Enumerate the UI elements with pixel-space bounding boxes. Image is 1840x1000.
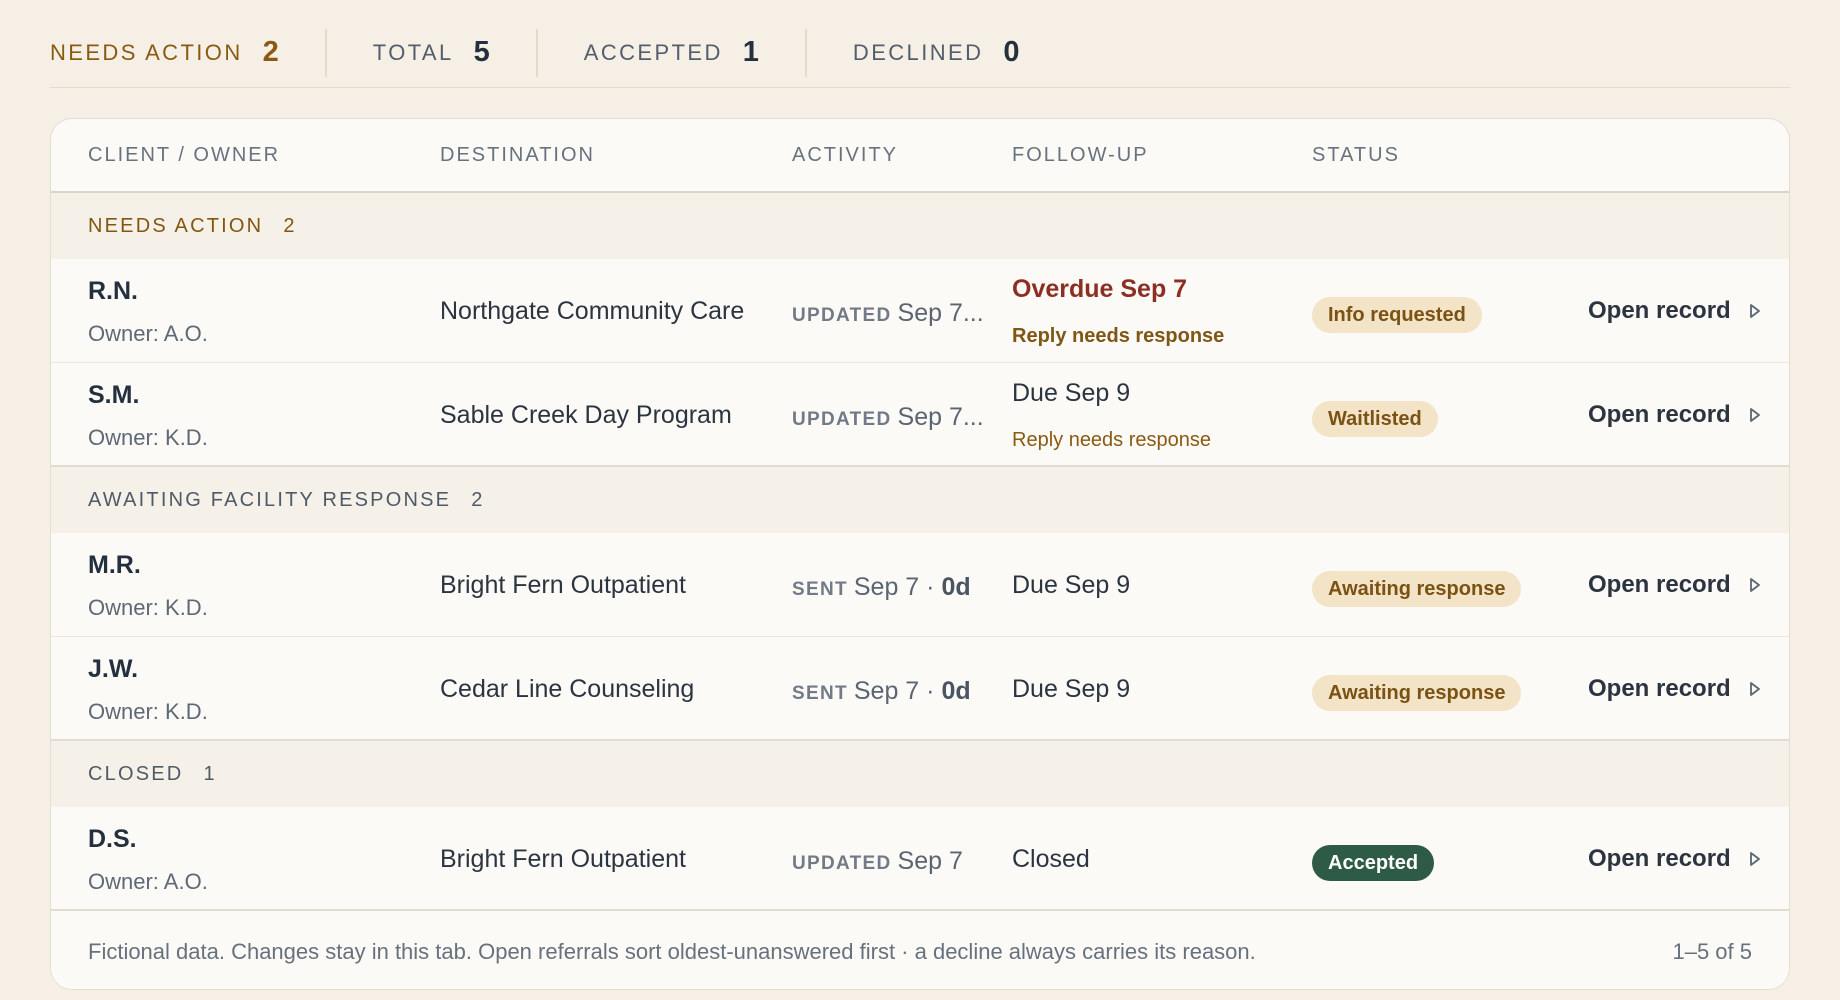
- open-record-link[interactable]: Open record: [1588, 845, 1761, 873]
- activity-date: Sep 7...: [897, 403, 984, 431]
- stat-label: DECLINED: [852, 39, 984, 65]
- activity-tag: SENT: [792, 579, 848, 600]
- stat-total[interactable]: TOTAL 5: [324, 28, 536, 77]
- activity-tag: SENT: [792, 683, 848, 704]
- stat-declined[interactable]: DECLINED 0: [804, 28, 1066, 77]
- activity-cell: UPDATED Sep 7: [792, 847, 963, 876]
- group-label: AWAITING FACILITY RESPONSE: [88, 488, 452, 511]
- activity-cell: SENT Sep 7 · 0d: [792, 573, 971, 602]
- owner-label: Owner: A.O.: [88, 869, 208, 894]
- activity-date: Sep 7 ·: [853, 573, 942, 601]
- follow-up-due: Due Sep 9: [1012, 675, 1131, 703]
- stat-label: ACCEPTED: [583, 39, 723, 65]
- owner-label: Owner: K.D.: [88, 595, 208, 620]
- follow-up-due: Due Sep 9: [1012, 379, 1131, 407]
- follow-up-due: Due Sep 9: [1012, 571, 1131, 599]
- referrals-table-card: CLIENT / OWNER DESTINATION ACTIVITY FOLL…: [50, 118, 1790, 990]
- column-header-follow-up[interactable]: FOLLOW-UP: [1012, 144, 1149, 167]
- follow-up-note: Reply needs response: [1012, 325, 1225, 347]
- table-row[interactable]: J.W. Owner: K.D. Cedar Line Counseling S…: [51, 637, 1789, 741]
- table-row[interactable]: M.R. Owner: K.D. Bright Fern Outpatient …: [51, 533, 1789, 637]
- open-record-label: Open record: [1588, 297, 1731, 324]
- stat-needs-action[interactable]: NEEDS ACTION 2: [50, 29, 325, 77]
- client-initials: D.S.: [88, 825, 137, 853]
- group-count: 1: [203, 762, 215, 785]
- open-record-link[interactable]: Open record: [1588, 297, 1761, 325]
- pagination-range: 1–5 of 5: [1672, 939, 1752, 964]
- activity-days: 0d: [941, 573, 971, 601]
- destination-name: Sable Creek Day Program: [440, 401, 732, 429]
- table-footer: Fictional data. Changes stay in this tab…: [51, 915, 1789, 989]
- stat-value: 1: [742, 36, 759, 68]
- chevron-right-icon: [1749, 304, 1760, 318]
- activity-days: 0d: [941, 677, 971, 705]
- stat-value: 0: [1003, 36, 1020, 68]
- group-header-awaiting-response: AWAITING FACILITY RESPONSE 2: [51, 467, 1789, 533]
- open-record-label: Open record: [1588, 571, 1731, 598]
- group-header-needs-action: NEEDS ACTION 2: [51, 193, 1789, 259]
- client-initials: M.R.: [88, 551, 141, 579]
- table-row[interactable]: D.S. Owner: A.O. Bright Fern Outpatient …: [51, 807, 1789, 911]
- open-record-label: Open record: [1588, 401, 1731, 428]
- client-initials: R.N.: [88, 277, 138, 305]
- client-initials: S.M.: [88, 381, 140, 409]
- destination-name: Cedar Line Counseling: [440, 675, 695, 703]
- chevron-right-icon: [1749, 852, 1760, 866]
- stat-label: NEEDS ACTION: [50, 39, 243, 65]
- activity-tag: UPDATED: [792, 409, 892, 430]
- footer-note: Fictional data. Changes stay in this tab…: [88, 939, 1256, 964]
- destination-name: Bright Fern Outpatient: [440, 845, 686, 873]
- column-header-destination[interactable]: DESTINATION: [440, 144, 595, 167]
- activity-date: Sep 7 ·: [853, 677, 942, 705]
- stat-label: TOTAL: [372, 39, 454, 65]
- activity-date: Sep 7: [897, 847, 963, 875]
- chevron-right-icon: [1749, 408, 1760, 422]
- follow-up-note: Reply needs response: [1012, 429, 1212, 451]
- open-record-label: Open record: [1588, 675, 1731, 702]
- group-count: 2: [283, 214, 295, 237]
- group-label: CLOSED: [88, 762, 184, 785]
- stat-value: 5: [473, 36, 490, 68]
- follow-up-overdue: Overdue Sep 7: [1012, 275, 1188, 303]
- activity-date: Sep 7...: [897, 299, 984, 327]
- table-row[interactable]: R.N. Owner: A.O. Northgate Community Car…: [51, 259, 1789, 363]
- chevron-right-icon: [1749, 578, 1760, 592]
- group-label: NEEDS ACTION: [88, 214, 264, 237]
- table-row[interactable]: S.M. Owner: K.D. Sable Creek Day Program…: [51, 363, 1789, 467]
- status-badge: Accepted: [1312, 845, 1435, 881]
- activity-tag: UPDATED: [792, 305, 892, 326]
- activity-cell: UPDATED Sep 7...: [792, 403, 984, 432]
- activity-cell: SENT Sep 7 · 0d: [792, 677, 971, 706]
- status-badge: Awaiting response: [1312, 571, 1522, 607]
- owner-label: Owner: K.D.: [88, 425, 208, 450]
- column-header-activity[interactable]: ACTIVITY: [792, 144, 898, 167]
- status-badge: Waitlisted: [1312, 401, 1438, 437]
- group-header-closed: CLOSED 1: [51, 741, 1789, 807]
- group-count: 2: [471, 488, 483, 511]
- chevron-right-icon: [1749, 682, 1760, 696]
- column-header-client[interactable]: CLIENT / OWNER: [88, 144, 280, 167]
- summary-stats-bar: NEEDS ACTION 2 TOTAL 5 ACCEPTED 1 DECLIN…: [50, 18, 1790, 88]
- open-record-link[interactable]: Open record: [1588, 401, 1761, 429]
- open-record-link[interactable]: Open record: [1588, 571, 1761, 599]
- open-record-label: Open record: [1588, 845, 1731, 872]
- owner-label: Owner: A.O.: [88, 321, 208, 346]
- activity-tag: UPDATED: [792, 853, 892, 874]
- stat-value: 2: [262, 36, 279, 68]
- activity-cell: UPDATED Sep 7...: [792, 299, 984, 328]
- owner-label: Owner: K.D.: [88, 699, 208, 724]
- status-badge: Awaiting response: [1312, 675, 1522, 711]
- status-badge: Info requested: [1312, 297, 1482, 333]
- follow-up-closed: Closed: [1012, 845, 1090, 873]
- column-header-status[interactable]: STATUS: [1312, 144, 1400, 167]
- client-initials: J.W.: [88, 655, 139, 683]
- destination-name: Northgate Community Care: [440, 297, 745, 325]
- table-header: CLIENT / OWNER DESTINATION ACTIVITY FOLL…: [51, 119, 1789, 193]
- open-record-link[interactable]: Open record: [1588, 675, 1761, 703]
- stat-accepted[interactable]: ACCEPTED 1: [535, 28, 805, 77]
- destination-name: Bright Fern Outpatient: [440, 571, 686, 599]
